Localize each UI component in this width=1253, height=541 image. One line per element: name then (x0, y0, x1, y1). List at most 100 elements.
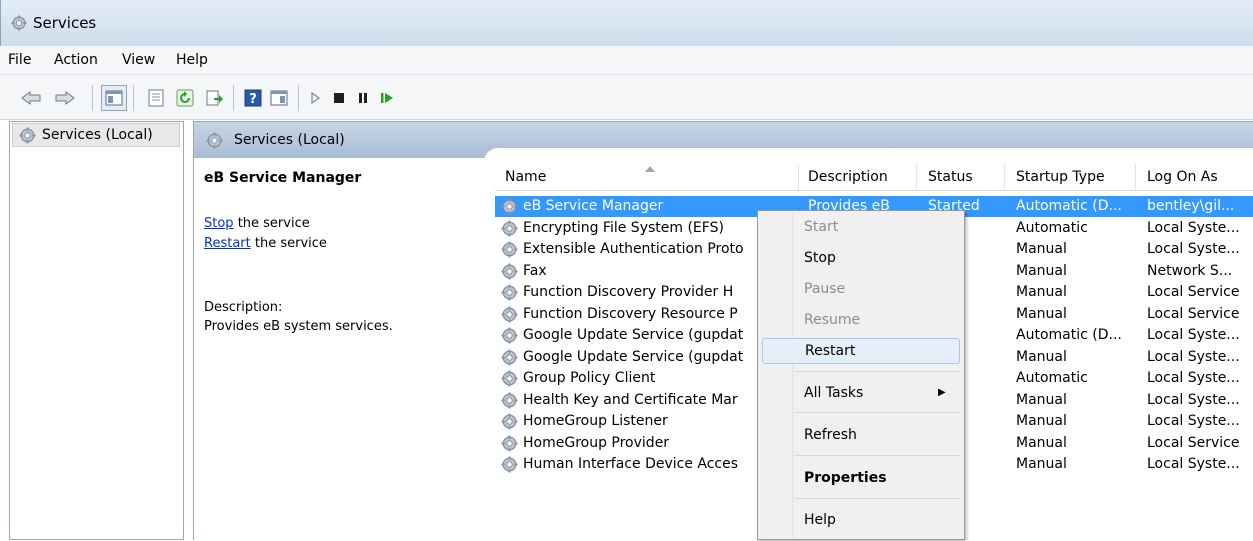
cell-logon: Local Syste... (1147, 370, 1240, 386)
context-menu: Start Stop Pause Resume Restart All Task… (757, 210, 965, 540)
cell-logon: Local Syste... (1147, 456, 1240, 472)
service-gear-icon (501, 348, 518, 366)
column-header-status[interactable]: Status (928, 169, 973, 185)
cell-startup: Manual (1016, 434, 1067, 451)
context-menu-pause[interactable]: Pause (762, 277, 960, 303)
sort-ascending-icon (645, 166, 655, 172)
toolbar-separator (133, 85, 134, 111)
cell-startup: Automatic (D... (1016, 327, 1122, 343)
tree-item-services-local[interactable]: Services (Local) (12, 123, 180, 147)
submenu-arrow-icon: ▶ (938, 387, 946, 398)
stop-service-icon[interactable] (328, 87, 350, 109)
cell-startup: Manual (1016, 305, 1067, 322)
restart-suffix: the service (250, 236, 327, 251)
cell-name: Encrypting File System (EFS) (523, 219, 724, 236)
context-menu-start[interactable]: Start (762, 215, 960, 241)
context-menu-stop[interactable]: Stop (762, 246, 960, 272)
pane-title: Services (Local) (234, 132, 345, 148)
service-gear-icon (501, 413, 518, 430)
restart-service-icon[interactable] (376, 87, 398, 109)
service-gear-icon (501, 391, 518, 409)
back-arrow-icon[interactable] (20, 87, 42, 109)
refresh-icon[interactable] (174, 87, 196, 109)
context-menu-properties[interactable]: Properties (762, 466, 960, 492)
services-pane: Services (Local) eB Service Manager Stop… (193, 121, 1253, 541)
toolbar-separator (298, 85, 299, 111)
cell-logon: Local Syste... (1147, 241, 1240, 257)
cell-logon: Local Syste... (1147, 413, 1240, 429)
menu-separator (794, 455, 960, 456)
column-header-name[interactable]: Name (505, 169, 546, 185)
stop-service-line: Stop the service (204, 216, 310, 231)
services-gear-icon (19, 126, 36, 144)
export-list-icon[interactable] (204, 87, 226, 109)
tree-item-label: Services (Local) (42, 127, 153, 143)
help-icon[interactable]: ? (242, 87, 264, 109)
properties-sheet-icon[interactable] (145, 87, 167, 109)
console-tree: Services (Local) (9, 121, 184, 540)
forward-arrow-icon[interactable] (54, 87, 76, 109)
service-gear-icon (501, 262, 518, 280)
column-divider[interactable] (1004, 164, 1005, 190)
cell-name: Human Interface Device Acces (523, 456, 739, 472)
description-label: Description: (204, 300, 283, 315)
toolbar-separator (92, 85, 93, 111)
services-gear-icon (206, 132, 223, 149)
stop-suffix: the service (233, 216, 310, 231)
cell-name: Function Discovery Provider H (523, 284, 734, 300)
restart-service-link[interactable]: Restart (204, 236, 251, 251)
start-service-icon[interactable] (304, 87, 326, 109)
cell-name: Fax (523, 262, 547, 279)
cell-name: Health Key and Certificate Mar (523, 391, 738, 408)
cell-startup: Manual (1016, 262, 1067, 279)
cell-logon: Local Service (1147, 305, 1240, 322)
cell-name: Extensible Authentication Proto (523, 241, 744, 257)
menu-file[interactable]: File (8, 52, 31, 68)
menu-bar: File Action View Help (0, 46, 1253, 75)
context-menu-help[interactable]: Help (762, 508, 960, 534)
cell-startup: Automatic (1016, 370, 1088, 386)
title-bar: Services (0, 0, 1253, 46)
cell-logon: Network S... (1147, 262, 1233, 279)
column-header-log-on-as[interactable]: Log On As (1147, 169, 1218, 185)
column-divider[interactable] (1135, 164, 1136, 190)
context-menu-refresh[interactable]: Refresh (762, 423, 960, 449)
cell-name: HomeGroup Provider (523, 434, 670, 451)
restart-service-line: Restart the service (204, 236, 327, 251)
service-gear-icon (501, 198, 518, 215)
list-header: Name Description Status Startup Type Log… (495, 164, 1253, 191)
menu-separator (794, 412, 960, 413)
cell-name: Group Policy Client (523, 370, 656, 386)
menu-action[interactable]: Action (54, 52, 98, 68)
column-divider[interactable] (916, 164, 917, 190)
extended-description-panel: eB Service Manager Stop the service Rest… (194, 158, 489, 541)
context-menu-all-tasks[interactable]: All Tasks ▶ (762, 381, 960, 407)
column-header-description[interactable]: Description (808, 169, 888, 185)
pause-service-icon[interactable] (352, 87, 374, 109)
cell-name: HomeGroup Listener (523, 413, 668, 429)
menu-help[interactable]: Help (176, 52, 208, 68)
cell-logon: Local Service (1147, 284, 1240, 300)
service-gear-icon (501, 305, 518, 323)
cell-startup: Manual (1016, 284, 1067, 300)
column-divider[interactable] (798, 164, 799, 190)
cell-startup: Manual (1016, 456, 1067, 472)
service-gear-icon (501, 434, 518, 452)
cell-logon: Local Syste... (1147, 391, 1240, 408)
cell-name: Google Update Service (gupdat (523, 348, 744, 365)
menu-view[interactable]: View (122, 52, 155, 68)
service-gear-icon (501, 241, 518, 258)
cell-name: Function Discovery Resource P (523, 305, 738, 322)
cell-name: eB Service Manager (523, 198, 664, 214)
service-gear-icon (501, 370, 518, 387)
context-menu-restart[interactable]: Restart (762, 338, 960, 364)
show-hide-console-tree-icon[interactable] (101, 85, 127, 111)
context-menu-resume[interactable]: Resume (762, 308, 960, 334)
cell-startup: Automatic (1016, 219, 1088, 236)
show-action-pane-icon[interactable] (268, 87, 290, 109)
toolbar-separator (233, 85, 234, 111)
column-header-startup-type[interactable]: Startup Type (1016, 169, 1105, 185)
cell-startup: Manual (1016, 413, 1067, 429)
cell-startup: Automatic (D... (1016, 198, 1122, 214)
stop-service-link[interactable]: Stop (204, 216, 234, 231)
